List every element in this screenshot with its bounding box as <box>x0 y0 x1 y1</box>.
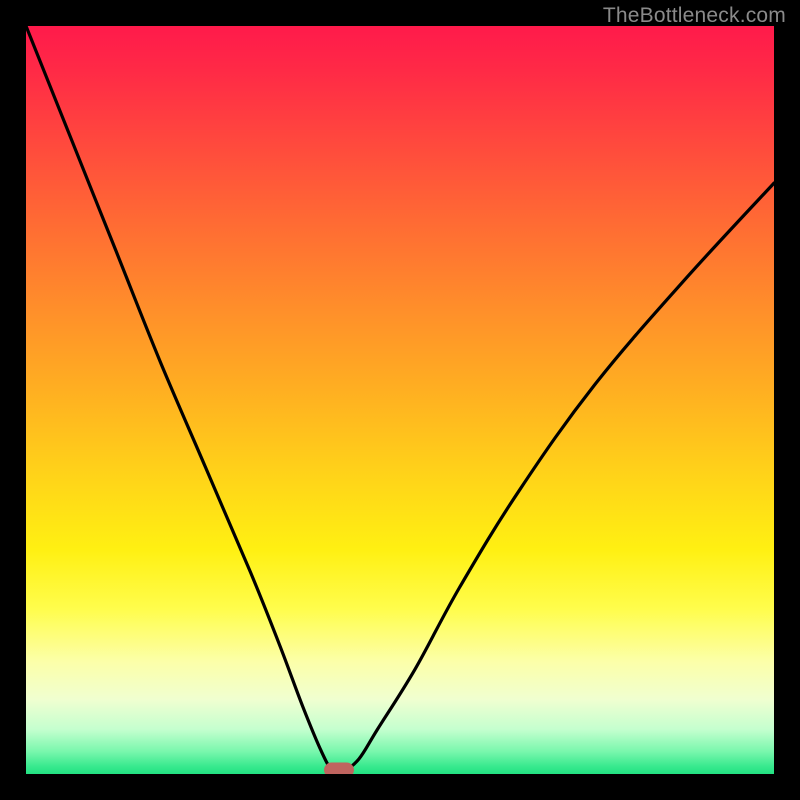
chart-frame: TheBottleneck.com <box>0 0 800 800</box>
curve-path <box>26 26 774 772</box>
plot-area <box>26 26 774 774</box>
bottleneck-curve <box>26 26 774 774</box>
optimal-point-marker <box>324 763 354 774</box>
watermark-label: TheBottleneck.com <box>603 4 786 28</box>
